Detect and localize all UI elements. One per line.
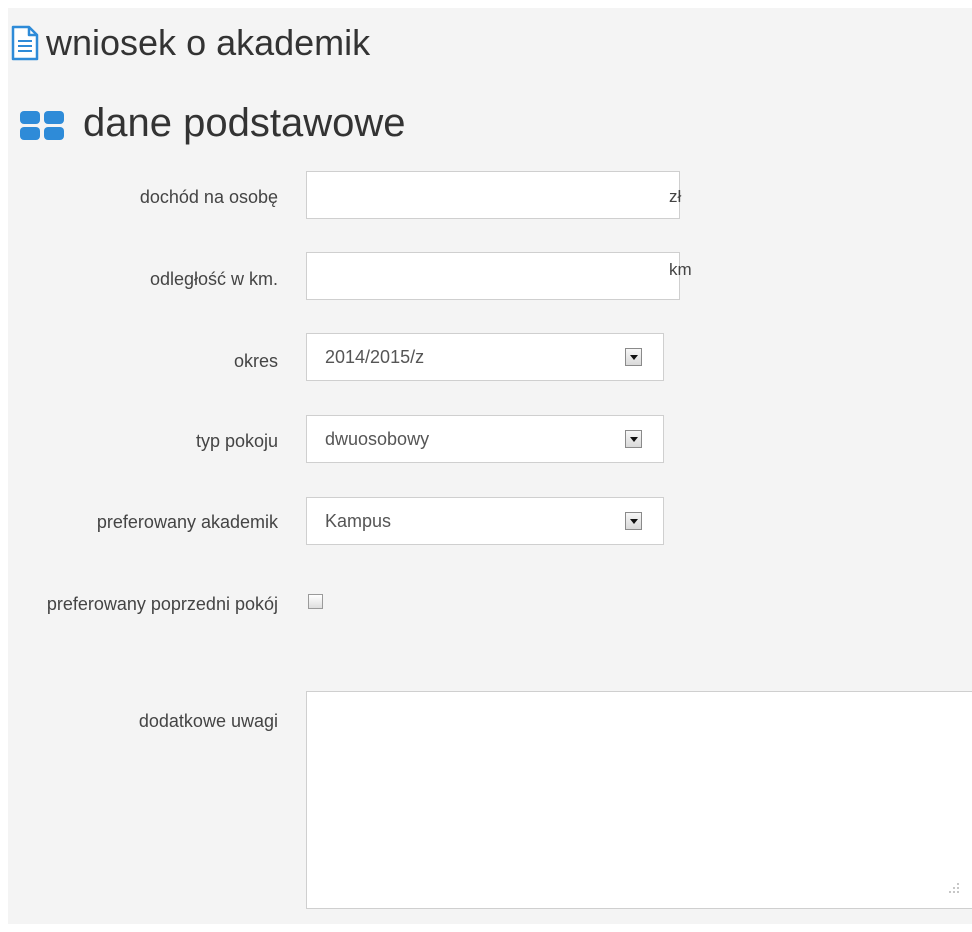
distance-unit: km [669,260,692,279]
page-title: wniosek o akademik [10,20,370,66]
room-type-select[interactable]: dwuosobowy [306,415,664,463]
period-select[interactable]: 2014/2015/z [306,333,664,381]
distance-input[interactable] [306,252,680,300]
income-unit: zł [669,187,682,206]
grid-icon [18,103,66,143]
page-title-text: wniosek o akademik [46,22,371,63]
document-icon [10,25,40,61]
section-title: dane podstawowe [18,98,405,148]
preferred-dorm-selected-value: Kampus [325,510,392,531]
room-type-selected-value: dwuosobowy [325,428,430,449]
income-input[interactable] [306,171,680,219]
preferred-dorm-select[interactable]: Kampus [306,497,664,545]
chevron-down-icon [629,354,638,360]
distance-label: odległość w km. [149,269,278,289]
preferred-dorm-label: preferowany akademik [96,512,278,532]
resize-handle-icon[interactable] [946,880,960,894]
room-type-dropdown-button[interactable] [625,430,642,448]
income-label: dochód na osobę [139,187,278,207]
previous-room-checkbox[interactable] [308,594,323,609]
preferred-dorm-dropdown-button[interactable] [625,512,642,530]
period-label: okres [233,351,278,371]
period-dropdown-button[interactable] [625,348,642,366]
section-title-text: dane podstawowe [83,100,406,145]
previous-room-label: preferowany poprzedni pokój [46,594,278,614]
notes-label: dodatkowe uwagi [138,711,278,731]
room-type-label: typ pokoju [195,431,278,451]
notes-textarea[interactable] [306,691,972,909]
chevron-down-icon [629,518,638,524]
period-selected-value: 2014/2015/z [325,346,425,367]
chevron-down-icon [629,436,638,442]
